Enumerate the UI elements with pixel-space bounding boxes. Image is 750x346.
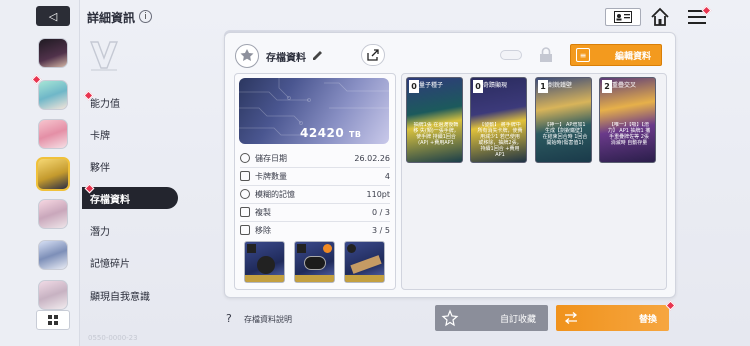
equipment-type-icon [347,244,356,253]
rarity-bar [345,275,384,282]
memory-card-2[interactable]: 0 奇蹟顯現 【發動】 將手牌中所有消失卡牌，使費用減少1 若已使用 或移除，抽… [470,77,527,163]
stat-save-date: 儲存日期 26.02.26 [240,149,390,167]
memory-icon [240,189,250,199]
rarity-bar [245,275,284,282]
swap-icon [564,312,578,324]
remove-icon [240,225,250,235]
character-portrait-4-selected[interactable] [36,157,70,191]
lock-icon [540,47,552,62]
nav-item-save-data[interactable]: 存檔資料 [82,187,178,209]
storage-value: 42420 TB [300,126,362,140]
save-title: 存檔資料 [266,53,306,64]
info-icon[interactable]: i [139,10,152,23]
nav-item-potential[interactable]: 潛力 [82,219,178,241]
character-portrait-6[interactable] [38,240,68,270]
equipment-item-3[interactable] [344,241,385,283]
grid-icon [47,314,58,325]
help-link[interactable]: 存檔資料說明 [244,314,292,325]
equipment-type-icon [247,244,256,253]
favorites-button[interactable]: 自訂收藏 [435,305,548,331]
help-icon[interactable]: ? [226,312,232,325]
stat-card-count: 卡牌數量 4 [240,167,390,185]
id-card-icon [614,11,632,23]
share-icon [367,49,379,61]
equipment-item-2[interactable] [294,241,335,283]
equipment-type-icon [297,244,306,253]
back-icon: ◁ [48,9,58,23]
upgrade-badge-icon [323,244,332,253]
save-emblem-icon [235,44,259,68]
brand-logo-icon [89,41,119,71]
character-portrait-5[interactable] [38,199,68,229]
belt-relic-icon [350,255,382,274]
copy-icon [240,207,250,217]
nav-item-partners[interactable]: 夥伴 [82,155,178,177]
memory-card-4[interactable]: 2 重疊交叉 【唯一】【吸】【潛力】 AP1 抽牌1 攜手重疊牌佐等 2張 消滅… [599,77,656,163]
memory-card-1[interactable]: 0 量子種子 抽牌1張 在過渡後轉移 失(類)一張手牌，使手牌 持續1回合(AP… [406,77,463,163]
equipment-item-1[interactable] [244,241,285,283]
rarity-bar [295,275,334,282]
rename-pencil-icon[interactable] [312,50,323,61]
grid-view-button[interactable] [36,310,70,330]
card-count-icon [240,171,250,181]
character-portrait-3[interactable] [38,119,68,149]
character-portrait-7[interactable] [38,280,68,310]
stat-copy: 複製 0 / 3 [240,203,390,221]
nav-item-stats[interactable]: 能力值 [82,91,178,113]
id-card-button[interactable] [605,8,641,26]
watermark: 0550-0000-23 [88,334,138,342]
swap-button[interactable]: 替換 [556,305,669,331]
nav-item-memory-fragments[interactable]: 記憶碎片 [82,251,178,273]
lock-toggle[interactable] [500,50,522,60]
stat-remove: 移除 3 / 5 [240,221,390,239]
edit-doc-icon: ≡ [576,48,590,62]
character-portrait-1[interactable] [38,38,68,68]
nav-item-cards[interactable]: 卡牌 [82,123,178,145]
nav-item-self-awareness[interactable]: 顯現自我意識 [82,284,178,306]
mask-relic-icon [304,256,326,270]
page-title: 詳細資訊 [87,11,136,25]
memory-card-3[interactable]: 1 劍銳鐵壁 【神一】 AP增加1 生成【劍銳鐵壁】 在結束回合時 1回合 開始… [535,77,592,163]
home-icon[interactable] [650,7,670,27]
star-edit-icon [441,309,459,327]
clock-icon [240,153,250,163]
lock-button[interactable] [531,44,561,66]
back-button[interactable]: ◁ [36,6,70,26]
stat-vague-memory: 模糊的記憶 110pt [240,185,390,203]
share-button[interactable] [361,44,385,66]
character-portrait-2[interactable] [38,80,68,110]
relic-icon [257,256,275,274]
